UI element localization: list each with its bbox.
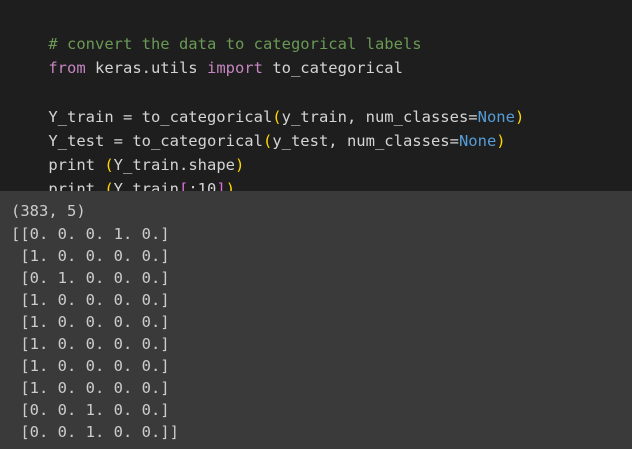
output-line: [1. 0. 0. 0. 0.] xyxy=(11,379,170,397)
paren-close: ) xyxy=(496,132,506,150)
output-line: [1. 0. 0. 0. 0.] xyxy=(11,313,170,331)
code-line-print-slice[interactable]: print (Y_train[:10]) xyxy=(11,156,235,198)
code-line-print-shape[interactable]: print (Y_train.shape) xyxy=(11,132,244,174)
code-line-ytest[interactable]: Y_test = to_categorical(y_test, num_clas… xyxy=(11,108,505,150)
none-constant: None xyxy=(458,132,497,150)
ytest-args: y_test, num_classes= xyxy=(272,132,459,150)
output-line: [1. 0. 0. 0. 0.] xyxy=(11,291,170,309)
code-line-import[interactable]: from keras.utils import to_categorical xyxy=(11,35,403,77)
code-line-ytrain[interactable]: Y_train = to_categorical(y_train, num_cl… xyxy=(11,84,524,126)
output-line: [1. 0. 0. 0. 0.] xyxy=(11,335,170,353)
paren-close: ) xyxy=(235,156,245,174)
import-name: to_categorical xyxy=(262,59,403,77)
output-line: [1. 0. 0. 0. 0.] xyxy=(11,247,170,265)
output-line: [0. 0. 1. 0. 0.]] xyxy=(11,423,179,441)
code-cell-output: (383, 5) [[0. 0. 0. 1. 0.] [1. 0. 0. 0. … xyxy=(0,191,632,449)
output-line: [[0. 0. 0. 1. 0.] xyxy=(11,225,170,243)
paren-close: ) xyxy=(514,108,525,126)
import-keyword: import xyxy=(206,59,263,77)
code-cell-input[interactable]: # convert the data to categorical labels… xyxy=(0,0,632,198)
output-line: [0. 1. 0. 0. 0.] xyxy=(11,269,170,287)
module-name: keras.utils xyxy=(85,59,207,77)
paren-open: ( xyxy=(262,132,273,150)
output-line: (383, 5) xyxy=(11,202,86,220)
code-line-comment[interactable]: # convert the data to categorical labels xyxy=(11,11,421,53)
from-keyword: from xyxy=(48,59,86,77)
output-line: [0. 0. 1. 0. 0.] xyxy=(11,401,170,419)
output-line: [1. 0. 0. 0. 0.] xyxy=(11,357,170,375)
